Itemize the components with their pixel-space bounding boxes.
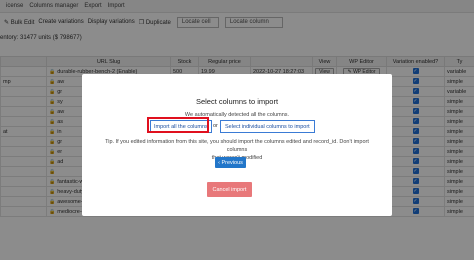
previous-button[interactable]: ‹ Previous [215, 157, 246, 168]
select-individual-columns-button[interactable]: Select individual columns to import [220, 120, 315, 133]
import-columns-modal: Select columns to import We automaticall… [82, 74, 392, 216]
or-label: or [213, 123, 218, 129]
tip-line-1: Tip. If you edited information from this… [105, 139, 369, 153]
modal-subtitle: We automatically detected all the column… [184, 112, 290, 118]
modal-title: Select columns to import [195, 97, 279, 106]
previous-label: Previous [221, 159, 243, 166]
highlight-box [147, 117, 209, 133]
cancel-import-button[interactable]: Cancel import [207, 182, 252, 197]
